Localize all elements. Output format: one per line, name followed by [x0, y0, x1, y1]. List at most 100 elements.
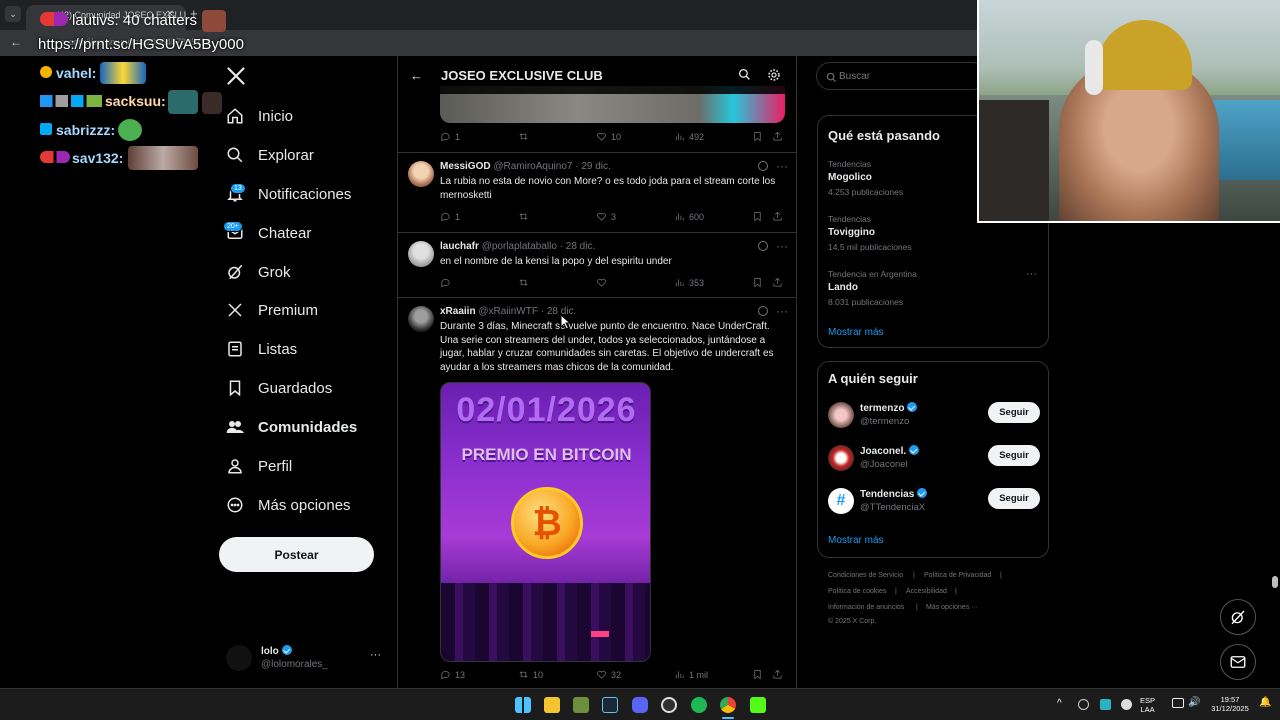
- obs-icon[interactable]: [661, 697, 677, 713]
- retweet-button[interactable]: 10: [518, 669, 543, 680]
- account-switcher[interactable]: lolo @lolomorales_ ···: [226, 643, 386, 673]
- messages-floating-button[interactable]: [1220, 644, 1256, 680]
- nav-listas[interactable]: Listas: [226, 334, 297, 364]
- follow-suggestion[interactable]: # Tendencias @TTendenciaX Seguir: [828, 486, 1040, 518]
- network-icon[interactable]: [1172, 698, 1184, 708]
- kick-icon[interactable]: [750, 697, 766, 713]
- bookmark-button[interactable]: [752, 277, 767, 288]
- footer-link[interactable]: Política de Privacidad: [924, 572, 991, 579]
- reply-button[interactable]: 1: [440, 131, 460, 142]
- reply-button[interactable]: [440, 277, 455, 288]
- tweet-author[interactable]: xRaaiin: [440, 306, 476, 317]
- nav-notificaciones[interactable]: Notificaciones: [226, 179, 351, 209]
- tray-app-icon[interactable]: [1078, 699, 1089, 710]
- views-button[interactable]: 600: [674, 211, 704, 222]
- trend-item[interactable]: Tendencia en Argentina Lando 8.031 publi…: [818, 266, 1048, 310]
- avatar[interactable]: [408, 161, 434, 187]
- share-button[interactable]: [772, 131, 787, 142]
- more-icon[interactable]: ···: [370, 649, 381, 661]
- views-button[interactable]: 1 mil: [674, 669, 708, 680]
- more-icon[interactable]: ···: [776, 304, 788, 318]
- windows-start-icon[interactable]: [515, 697, 531, 713]
- retweet-button[interactable]: [518, 277, 533, 288]
- follow-suggestion[interactable]: termenzo @termenzo Seguir: [828, 400, 1040, 432]
- nav-comunidades[interactable]: Comunidades: [226, 412, 357, 442]
- steam-icon[interactable]: [602, 697, 618, 713]
- footer-link[interactable]: Política de cookies: [828, 588, 886, 595]
- like-button[interactable]: [596, 277, 611, 288]
- views-button[interactable]: 353: [674, 277, 704, 288]
- bookmark-button[interactable]: [752, 131, 767, 142]
- post-button[interactable]: Postear: [219, 537, 374, 572]
- search-input[interactable]: Buscar: [816, 62, 986, 90]
- more-icon[interactable]: ···: [776, 159, 788, 173]
- file-explorer-icon[interactable]: [544, 697, 560, 713]
- follow-suggestion[interactable]: Joaconel. @Joaconel Seguir: [828, 443, 1040, 475]
- clock[interactable]: 19:57 31/12/2025: [1206, 695, 1254, 713]
- retweet-button[interactable]: [518, 211, 533, 222]
- tweet-handle[interactable]: @RamiroAquino7: [493, 161, 572, 172]
- grok-icon[interactable]: [758, 161, 768, 171]
- notification-bell-icon[interactable]: 🔔: [1259, 698, 1271, 708]
- like-button[interactable]: 32: [596, 669, 621, 680]
- nav-mas-opciones[interactable]: Más opciones: [226, 490, 351, 520]
- footer-link[interactable]: Más opciones ···: [926, 604, 978, 611]
- retweet-button[interactable]: [518, 131, 533, 142]
- x-logo-icon[interactable]: [226, 66, 246, 86]
- trends-show-more-link[interactable]: Mostrar más: [828, 327, 884, 338]
- tweet[interactable]: MessiGOD @RamiroAquino7 · 29 dic. ··· La…: [398, 153, 796, 233]
- scrollbar-thumb[interactable]: [1272, 576, 1278, 588]
- like-button[interactable]: 3: [596, 211, 616, 222]
- tweet[interactable]: lauchafr @porlaplataballo · 28 dic. ··· …: [398, 233, 796, 298]
- tweet-handle[interactable]: @porlaplataballo: [482, 241, 557, 252]
- nav-premium[interactable]: Premium: [226, 295, 318, 325]
- footer-link[interactable]: Información de anuncios: [828, 604, 904, 611]
- grok-floating-button[interactable]: [1220, 599, 1256, 635]
- avatar[interactable]: [828, 402, 854, 428]
- more-icon[interactable]: ···: [776, 239, 788, 253]
- search-icon[interactable]: [738, 68, 751, 86]
- settings-gear-icon[interactable]: [767, 68, 781, 87]
- follow-button[interactable]: Seguir: [988, 402, 1040, 423]
- views-button[interactable]: 492: [674, 131, 704, 142]
- avatar[interactable]: [828, 445, 854, 471]
- tweet-handle[interactable]: @xRaiinWTF: [478, 306, 538, 317]
- discord-icon[interactable]: [632, 697, 648, 713]
- bookmark-button[interactable]: [752, 211, 767, 222]
- footer-link[interactable]: Condiciones de Servicio: [828, 572, 903, 579]
- chrome-icon[interactable]: [720, 697, 736, 713]
- reply-button[interactable]: 1: [440, 211, 460, 222]
- follow-button[interactable]: Seguir: [988, 445, 1040, 466]
- avatar[interactable]: [408, 241, 434, 267]
- nav-explorar[interactable]: Explorar: [226, 140, 314, 170]
- reply-button[interactable]: 13: [440, 669, 465, 680]
- tweet-date[interactable]: 28 dic.: [566, 241, 595, 252]
- avatar[interactable]: [408, 306, 434, 332]
- language-indicator[interactable]: ESP LAA: [1140, 696, 1155, 714]
- more-icon[interactable]: ···: [1026, 268, 1037, 280]
- tab-list-button[interactable]: ⌄: [5, 6, 21, 22]
- hashtag-avatar-icon[interactable]: #: [828, 488, 854, 514]
- grok-icon[interactable]: [758, 241, 768, 251]
- follow-button[interactable]: Seguir: [988, 488, 1040, 509]
- follow-show-more-link[interactable]: Mostrar más: [828, 535, 884, 546]
- tray-app-icon[interactable]: [1121, 699, 1132, 710]
- like-button[interactable]: 10: [596, 131, 621, 142]
- nav-inicio[interactable]: Inicio: [226, 101, 293, 131]
- share-button[interactable]: [772, 277, 787, 288]
- back-arrow-icon[interactable]: ←: [410, 68, 423, 83]
- tray-shield-icon[interactable]: [1100, 699, 1111, 710]
- tweet-author[interactable]: MessiGOD: [440, 161, 491, 172]
- share-button[interactable]: [772, 669, 787, 680]
- nav-perfil[interactable]: Perfil: [226, 451, 292, 481]
- bookmark-button[interactable]: [752, 669, 767, 680]
- footer-link[interactable]: Accesibilidad: [906, 588, 947, 595]
- tray-chevron-icon[interactable]: ^: [1057, 699, 1062, 709]
- nav-guardados[interactable]: Guardados: [226, 373, 332, 403]
- share-button[interactable]: [772, 211, 787, 222]
- tweet-media[interactable]: 02/01/2026 PREMIO EN BITCOIN ₿: [440, 382, 651, 662]
- minecraft-icon[interactable]: [573, 697, 589, 713]
- back-arrow-icon[interactable]: ←: [10, 35, 22, 49]
- tweet-date[interactable]: 29 dic.: [581, 161, 610, 172]
- spotify-icon[interactable]: [691, 697, 707, 713]
